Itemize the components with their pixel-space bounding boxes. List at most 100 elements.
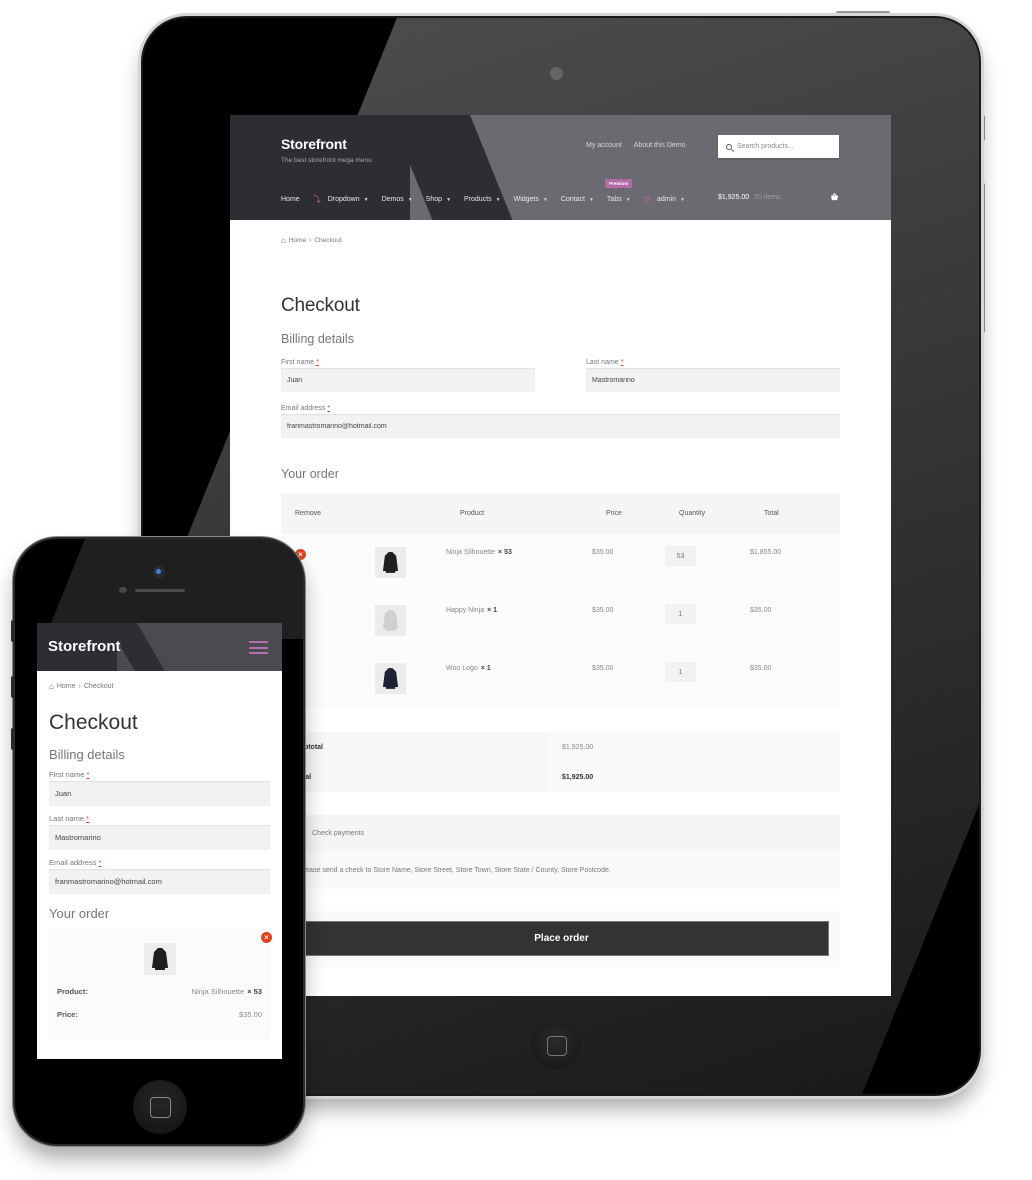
price-cell: $35.00: [592, 650, 665, 708]
hamburger-icon[interactable]: [249, 641, 268, 654]
mobile-page-title: Checkout: [49, 711, 138, 734]
mobile-order-item: × Product: Ninja Silhouette × 53 Price: $…: [49, 929, 272, 1039]
nav-label: Shop: [425, 196, 443, 203]
mobile-last-name-field: Last name *: [49, 814, 270, 850]
product-link[interactable]: Ninja Silhouette: [446, 549, 495, 556]
breadcrumb-separator: ›: [78, 683, 81, 690]
basket-icon[interactable]: [830, 193, 839, 201]
first-name-input[interactable]: [281, 368, 535, 392]
product-link[interactable]: Woo Logo: [446, 665, 478, 672]
total-cell: $1,855.00: [750, 534, 840, 592]
nav-item-widgets[interactable]: Widgets ▼: [514, 196, 548, 203]
quantity-cell: 1: [665, 592, 750, 650]
chevron-down-icon: ▼: [446, 196, 452, 203]
phone-speaker: [135, 589, 185, 592]
last-name-input[interactable]: [586, 368, 840, 392]
breadcrumb-home[interactable]: Home: [57, 683, 76, 690]
first-name-label: First name *: [49, 770, 90, 779]
col-total: Total: [750, 493, 840, 534]
chevron-down-icon: ▼: [407, 196, 413, 203]
phone-home-button: [133, 1080, 187, 1134]
nav-item-tabs[interactable]: Tabs ▼: [607, 196, 631, 203]
nav-label: Contact: [560, 196, 585, 203]
mobile-site-title[interactable]: Storefront: [48, 638, 121, 655]
quantity-input[interactable]: 1: [665, 604, 696, 624]
nav-item-products[interactable]: Products ▼: [464, 196, 501, 203]
product-link[interactable]: Happy Ninja: [446, 607, 484, 614]
quantity-input[interactable]: 53: [665, 546, 696, 566]
tablet-side-switch: [980, 115, 985, 141]
mobile-order-heading: Your order: [49, 906, 110, 921]
nav-item-shop[interactable]: Shop ▼: [426, 196, 451, 203]
product-value[interactable]: Ninja Silhouette × 53: [192, 987, 262, 996]
search-input[interactable]: Search products...: [718, 135, 839, 158]
product-thumbnail[interactable]: [144, 943, 176, 975]
mobile-last-name-input[interactable]: [49, 825, 270, 850]
thumbnail-cell: [375, 592, 446, 650]
page-title: Checkout: [281, 295, 360, 316]
price-value: $35.00: [239, 1010, 262, 1019]
product-thumbnail[interactable]: [375, 605, 406, 636]
order-header-row: Remove Product Price Quantity Total: [281, 493, 840, 534]
quantity-input[interactable]: 1: [665, 662, 696, 682]
email-input[interactable]: [281, 414, 840, 438]
nav-item-home[interactable]: Home: [281, 196, 300, 203]
nav-item-admin[interactable]: ⏻ admin ▼: [644, 195, 685, 205]
product-thumbnail[interactable]: [375, 663, 406, 694]
nav-item-dropdown[interactable]: ⤵ Dropdown ▼: [313, 194, 369, 205]
mobile-email-field: Email address *: [49, 858, 270, 894]
total-cell: $35.00: [750, 650, 840, 708]
order-totals: Subtotal $1,925.00 Total $1,925.00: [281, 732, 840, 792]
col-product: Product: [446, 493, 592, 534]
total-row: Total $1,925.00: [281, 762, 840, 792]
breadcrumb-current: Checkout: [314, 237, 342, 244]
home-icon: ⌂: [281, 236, 286, 245]
nav-label: Products: [464, 196, 492, 203]
tablet-camera: [550, 67, 563, 80]
subtotal-row: Subtotal $1,925.00: [281, 732, 840, 762]
cart-summary[interactable]: $1,925.00 55 items: [718, 194, 781, 201]
last-name-field: Last name *: [586, 359, 840, 392]
link-icon: ⤵: [312, 195, 321, 204]
place-order-button[interactable]: Place order: [295, 922, 828, 955]
nav-label: Dropdown: [327, 196, 360, 203]
mobile-checkout-content: ⌂ Home › Checkout Checkout Billing detai…: [37, 682, 282, 1039]
payment-method-label: Check payments: [312, 830, 365, 837]
cart-amount: $1,925.00: [718, 194, 750, 201]
breadcrumb-home[interactable]: Home: [289, 237, 306, 244]
nav-label: Home: [281, 196, 300, 203]
search-placeholder: Search products...: [737, 143, 794, 150]
chevron-down-icon: ▼: [588, 196, 594, 203]
phone-sensor: [119, 587, 127, 593]
mobile-billing-heading: Billing details: [49, 747, 125, 762]
nav-item-demos[interactable]: Demos ▼: [382, 196, 413, 203]
last-name-label: Last name *: [49, 814, 89, 823]
nav-label: Demos: [381, 196, 404, 203]
power-icon: ⏻: [643, 194, 650, 204]
primary-nav: Home ⤵ Dropdown ▼ Demos ▼ Shop ▼ Products ▼ W…: [281, 194, 698, 205]
mobile-email-input[interactable]: [49, 869, 270, 894]
name-row: First name* Last name*: [281, 359, 840, 392]
col-thumbnail: [375, 493, 446, 534]
premium-badge: Premium: [605, 179, 633, 189]
nav-item-contact[interactable]: Contact ▼: [561, 196, 594, 203]
col-remove: Remove: [281, 493, 375, 534]
order-heading: Your order: [281, 467, 339, 481]
site-title[interactable]: Storefront: [281, 136, 372, 152]
email-label: Email address *: [49, 858, 102, 867]
order-row: ×Happy Ninja× 1$35.001$35.00: [281, 592, 840, 650]
email-label: Email address *: [281, 405, 331, 412]
product-thumbnail[interactable]: [375, 547, 406, 578]
chevron-down-icon: ▼: [495, 196, 501, 203]
my-account-link[interactable]: My account: [586, 142, 622, 149]
product-cell: Happy Ninja × 1: [446, 592, 592, 650]
about-demo-link[interactable]: About this Demo: [634, 142, 686, 149]
mobile-product-row: Product: Ninja Silhouette × 53: [57, 987, 262, 996]
price-cell: $35.00: [592, 534, 665, 592]
secondary-nav: My account About this Demo: [586, 142, 686, 149]
mobile-first-name-input[interactable]: [49, 781, 270, 806]
mobile-first-name-field: First name *: [49, 770, 270, 806]
chevron-down-icon: ▼: [680, 196, 686, 203]
payment-method-check[interactable]: Check payments: [281, 815, 840, 852]
remove-item-icon[interactable]: ×: [261, 932, 272, 943]
